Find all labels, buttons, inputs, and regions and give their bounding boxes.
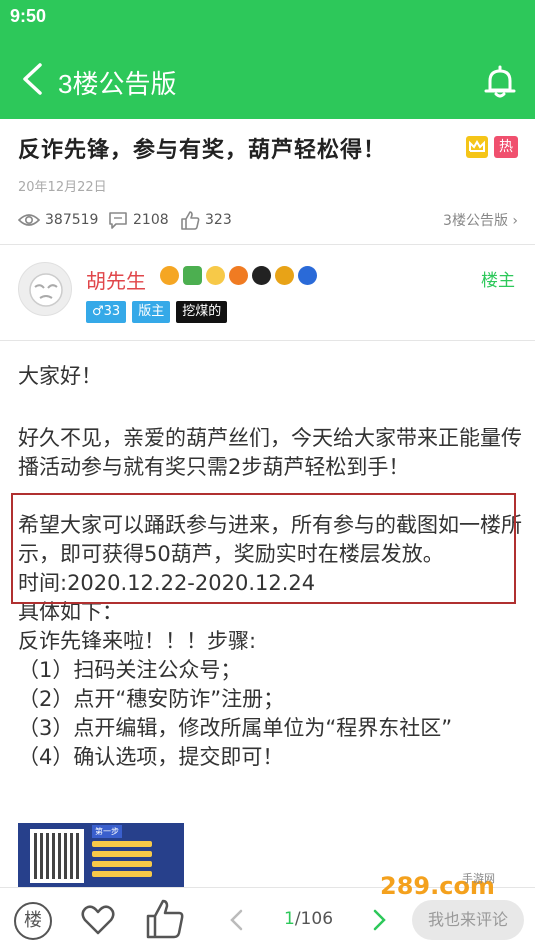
- content-line: （1）扫码关注公众号；: [18, 658, 242, 682]
- gender-level-tag: ♂33: [86, 301, 127, 323]
- crown-badge-icon: [466, 136, 488, 158]
- post-date: 20年12月22日: [18, 180, 107, 195]
- author-tags: ♂33 版主 挖煤的: [86, 301, 228, 323]
- likes-stat: 323: [180, 208, 232, 232]
- content-line: 反诈先锋来啦！！！步骤:: [18, 629, 257, 653]
- page-indicator: 1/106: [284, 909, 333, 929]
- trophy-medal-icon: [275, 266, 294, 285]
- verified-medal-icon: [160, 266, 179, 285]
- page-total: /106: [294, 909, 334, 929]
- avatar[interactable]: [18, 262, 72, 316]
- heart-icon[interactable]: [80, 902, 116, 938]
- back-arrow-icon[interactable]: [18, 62, 48, 96]
- content-line: 大家好！: [18, 364, 102, 388]
- mascot-medal-icon: [298, 266, 317, 285]
- divider: [0, 244, 535, 245]
- level-medal-icon: [183, 266, 202, 285]
- watermark-logo: 289.com 手游网: [380, 871, 495, 900]
- views-stat: 387519: [18, 208, 98, 232]
- board-link[interactable]: 3楼公告版 ›: [443, 210, 518, 230]
- prev-page-icon[interactable]: [228, 908, 244, 932]
- content-line: （4）确认选项，提交即可！: [18, 745, 284, 769]
- author-name[interactable]: 胡先生: [86, 265, 146, 294]
- status-time: 9:50: [10, 6, 47, 26]
- thumb-up-icon: [181, 211, 200, 230]
- thumb-up-button-icon[interactable]: [145, 898, 185, 940]
- comment-icon: [109, 212, 127, 229]
- next-page-icon[interactable]: [372, 908, 388, 932]
- qr-code-image: [30, 829, 84, 883]
- shield-medal-icon: [252, 266, 271, 285]
- comments-stat: 2108: [108, 208, 169, 232]
- hot-badge: 热: [494, 136, 518, 158]
- content-line: （3）点开编辑，修改所属单位为“程界东社区”: [18, 716, 453, 740]
- moderator-tag: 版主: [132, 301, 171, 323]
- fire-medal-icon: [229, 266, 248, 285]
- divider: [0, 340, 535, 341]
- status-bar: 9:50: [0, 0, 535, 36]
- eye-icon: [18, 214, 40, 226]
- post-stats: 387519 2108 323 3楼公告版 ›: [18, 208, 518, 232]
- owner-tag: 楼主: [481, 271, 515, 291]
- post-title: 反诈先锋，参与有奖，葫芦轻松得！: [18, 138, 387, 163]
- image-step-label: 第一步: [92, 825, 122, 838]
- page-title: 3楼公告版: [58, 69, 177, 99]
- sun-medal-icon: [206, 266, 225, 285]
- highlight-box: [11, 493, 516, 604]
- content-line: （2）点开“穗安防诈”注册；: [18, 687, 285, 711]
- floor-button[interactable]: 楼: [14, 902, 52, 940]
- comments-count: 2108: [133, 212, 169, 228]
- app-bar: 3楼公告版: [0, 36, 535, 119]
- watermark-subtext: 手游网: [462, 871, 495, 885]
- miner-tag: 挖煤的: [176, 301, 228, 323]
- bell-icon[interactable]: [482, 64, 518, 100]
- medal-list: [160, 266, 317, 288]
- content-image[interactable]: 第一步: [18, 823, 184, 889]
- page-current: 1: [284, 909, 295, 929]
- content-line: 好久不见，亲爱的葫芦丝们，今天给大家带来正能量传播活动参与就有奖只需2步葫芦轻松…: [18, 426, 522, 479]
- content-line: [18, 391, 523, 420]
- likes-count: 323: [205, 212, 232, 228]
- views-count: 387519: [45, 212, 99, 228]
